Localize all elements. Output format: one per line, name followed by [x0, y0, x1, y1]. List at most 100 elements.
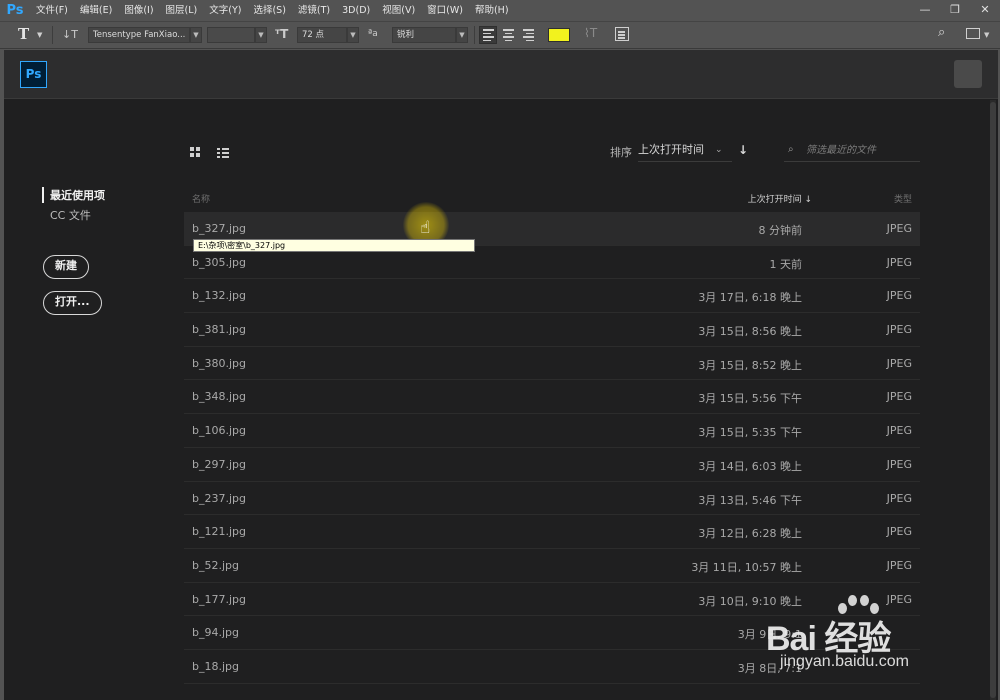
file-name: b_18.jpg — [192, 659, 239, 673]
file-date: 3月 13日, 5:46 下午 — [698, 493, 802, 507]
anti-alias-icon: ªa — [368, 29, 378, 39]
menu-bar: Ps 文件(F) 编辑(E) 图像(I) 图层(L) 文字(Y) 选择(S) 滤镜(T) 3D… — [0, 0, 1000, 21]
text-orientation-icon[interactable]: ↓T — [62, 28, 78, 41]
file-date: 3月 15日, 5:56 下午 — [698, 392, 802, 406]
table-row[interactable]: b_106.jpg 3月 15日, 5:35 下午 JPEG — [184, 414, 920, 448]
file-name: b_106.jpg — [192, 424, 246, 438]
character-panel-icon[interactable] — [615, 27, 629, 41]
text-color-swatch[interactable] — [548, 28, 570, 42]
file-date: 8 分钟前 — [758, 224, 803, 237]
file-date: 1 天前 — [769, 257, 803, 271]
file-path-tooltip: E:\杂项\密室\b_327.jpg — [193, 239, 475, 252]
file-type: JPEG — [886, 289, 912, 303]
file-name: b_121.jpg — [192, 525, 246, 539]
search-icon[interactable]: ⌕ — [938, 25, 945, 40]
sort-direction-icon[interactable]: ↓ — [738, 143, 748, 157]
grid-view-icon[interactable] — [190, 147, 201, 158]
column-header-date[interactable]: 上次打开时间 ↓ — [748, 192, 812, 205]
file-name: b_305.jpg — [192, 255, 246, 269]
app-logo[interactable]: Ps — [0, 0, 30, 21]
menu-item[interactable]: 帮助(H) — [469, 0, 515, 21]
file-type: JPEG — [886, 457, 912, 471]
file-name: b_94.jpg — [192, 626, 239, 640]
ps-logo: Ps — [20, 61, 47, 88]
table-row[interactable]: b_381.jpg 3月 15日, 8:56 晚上 JPEG — [184, 313, 920, 347]
file-date: 3月 15日, 5:35 下午 — [698, 426, 802, 440]
align-left-button[interactable] — [479, 26, 497, 44]
watermark-url: jingyan.baidu.com — [780, 653, 909, 670]
restore-button[interactable]: ❐ — [940, 0, 970, 18]
divider — [474, 26, 475, 44]
scrollbar-thumb[interactable] — [990, 102, 996, 698]
close-button[interactable]: ✕ — [970, 0, 1000, 18]
menu-item[interactable]: 文字(Y) — [203, 0, 247, 21]
file-type: JPEG — [886, 491, 912, 505]
file-date: 3月 14日, 6:03 晚上 — [698, 459, 802, 473]
font-size-select[interactable]: 72 点 — [297, 27, 347, 43]
minimize-button[interactable]: — — [910, 0, 940, 18]
table-row[interactable]: b_121.jpg 3月 12日, 6:28 晚上 JPEG — [184, 515, 920, 549]
font-style-select[interactable] — [207, 27, 255, 43]
file-name: b_132.jpg — [192, 289, 246, 303]
warp-text-icon[interactable]: ⌇T — [584, 26, 597, 40]
file-type: JPEG — [886, 525, 912, 539]
table-row[interactable]: b_52.jpg 3月 11日, 10:57 晚上 JPEG — [184, 549, 920, 583]
file-name: b_327.jpg — [192, 222, 246, 235]
menu-item[interactable]: 图像(I) — [118, 0, 159, 21]
table-row[interactable]: b_380.jpg 3月 15日, 8:52 晚上 JPEG — [184, 347, 920, 381]
menu-item[interactable]: 文件(F) — [30, 0, 74, 21]
font-size-icon: ᵀT — [275, 27, 289, 41]
file-date: 3月 12日, 6:28 晚上 — [698, 527, 802, 541]
column-header-name[interactable]: 名称 — [192, 192, 210, 205]
anti-alias-chevron-icon[interactable]: ▼ — [456, 27, 468, 43]
new-button[interactable]: 新建 — [43, 255, 89, 279]
menu-item[interactable]: 滤镜(T) — [292, 0, 336, 21]
options-bar: T ▼ ↓T Tensentype FanXiao... ▼ ▼ ᵀT 72 点… — [0, 21, 1000, 49]
menu-item[interactable]: 3D(D) — [336, 0, 376, 21]
search-icon: ⌕ — [788, 144, 794, 155]
menu-item[interactable]: 视图(V) — [376, 0, 421, 21]
workspace-icon[interactable] — [966, 28, 980, 39]
file-date: 3月 17日, 6:18 晚上 — [698, 291, 802, 305]
table-row[interactable]: b_297.jpg 3月 14日, 6:03 晚上 JPEG — [184, 448, 920, 482]
font-style-chevron-icon[interactable]: ▼ — [255, 27, 267, 43]
file-name: b_297.jpg — [192, 457, 246, 471]
menu-item[interactable]: 图层(L) — [160, 0, 204, 21]
font-family-chevron-icon[interactable]: ▼ — [190, 27, 202, 43]
font-size-chevron-icon[interactable]: ▼ — [347, 27, 359, 43]
open-button[interactable]: 打开... — [43, 291, 102, 315]
menu-item[interactable]: 窗口(W) — [421, 0, 469, 21]
font-family-select[interactable]: Tensentype FanXiao... — [88, 27, 190, 43]
table-row[interactable]: b_237.jpg 3月 13日, 5:46 下午 JPEG — [184, 482, 920, 516]
file-type: JPEG — [886, 558, 912, 572]
hand-cursor-icon: ☝ — [420, 218, 431, 238]
column-header-type[interactable]: 类型 — [894, 192, 912, 205]
anti-alias-select[interactable]: 锐利 — [392, 27, 456, 43]
avatar[interactable] — [954, 60, 982, 88]
file-type: JPEG — [886, 424, 912, 438]
workspace-chevron-icon[interactable]: ▼ — [984, 31, 989, 39]
align-right-button[interactable] — [520, 26, 538, 44]
sidebar-item-recent[interactable]: 最近使用项 — [42, 187, 105, 203]
type-tool-icon[interactable]: T — [18, 25, 29, 43]
sort-chevron-icon[interactable]: ⌄ — [715, 145, 723, 155]
table-row[interactable]: b_132.jpg 3月 17日, 6:18 晚上 JPEG — [184, 279, 920, 314]
scrollbar[interactable] — [990, 100, 996, 700]
window-controls: — ❐ ✕ — [910, 0, 1000, 18]
list-view-icon[interactable] — [217, 147, 229, 158]
file-name: b_237.jpg — [192, 491, 246, 505]
file-date: 3月 15日, 8:52 晚上 — [698, 358, 802, 372]
sidebar-item-cc-files[interactable]: CC 文件 — [42, 207, 91, 223]
filter-field[interactable]: ⌕ — [784, 140, 920, 162]
table-row[interactable]: b_348.jpg 3月 15日, 5:56 下午 JPEG — [184, 380, 920, 415]
tool-preset-caret-icon[interactable]: ▼ — [37, 31, 42, 39]
baidu-watermark: Bai 经验 jingyan.baidu.com — [760, 593, 970, 683]
file-name: b_348.jpg — [192, 390, 246, 404]
file-date: 3月 15日, 8:56 晚上 — [698, 325, 802, 339]
align-center-button[interactable] — [500, 26, 518, 44]
menu-item[interactable]: 编辑(E) — [74, 0, 118, 21]
start-header: Ps — [4, 50, 998, 99]
menu-item[interactable]: 选择(S) — [247, 0, 291, 21]
table-header: 名称 上次打开时间 ↓ 类型 — [184, 188, 920, 212]
filter-input[interactable] — [806, 143, 916, 158]
